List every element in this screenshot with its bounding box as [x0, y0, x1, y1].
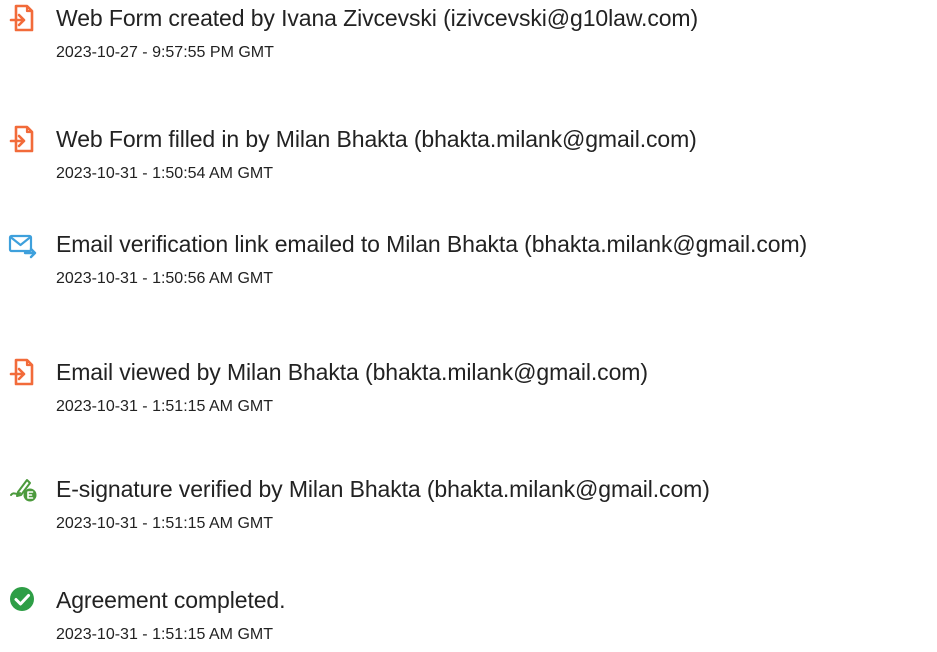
email-send-icon: [8, 229, 38, 259]
event-title: Email viewed by Milan Bhakta (bhakta.mil…: [56, 359, 648, 385]
document-icon: [8, 3, 38, 33]
event-timestamp: 2023-10-27 - 9:57:55 PM GMT: [56, 44, 274, 61]
document-icon: [8, 124, 38, 154]
agreement-history: Web Form created by Ivana Zivcevski (izi…: [0, 0, 937, 652]
event-title: Web Form filled in by Milan Bhakta (bhak…: [56, 126, 697, 152]
esignature-icon: [8, 474, 38, 504]
event-timestamp: 2023-10-31 - 1:50:56 AM GMT: [56, 270, 273, 287]
event-title: Agreement completed.: [56, 587, 286, 613]
event-timestamp: 2023-10-31 - 1:50:54 AM GMT: [56, 165, 273, 182]
event-timestamp: 2023-10-31 - 1:51:15 AM GMT: [56, 626, 273, 643]
event-title: Email verification link emailed to Milan…: [56, 231, 808, 257]
checkmark-circle-icon: [8, 585, 38, 615]
event-timestamp: 2023-10-31 - 1:51:15 AM GMT: [56, 515, 273, 532]
event-title: Web Form created by Ivana Zivcevski (izi…: [56, 5, 699, 31]
document-icon: [8, 357, 38, 387]
event-timestamp: 2023-10-31 - 1:51:15 AM GMT: [56, 398, 273, 415]
event-title: E-signature verified by Milan Bhakta (bh…: [56, 476, 710, 502]
